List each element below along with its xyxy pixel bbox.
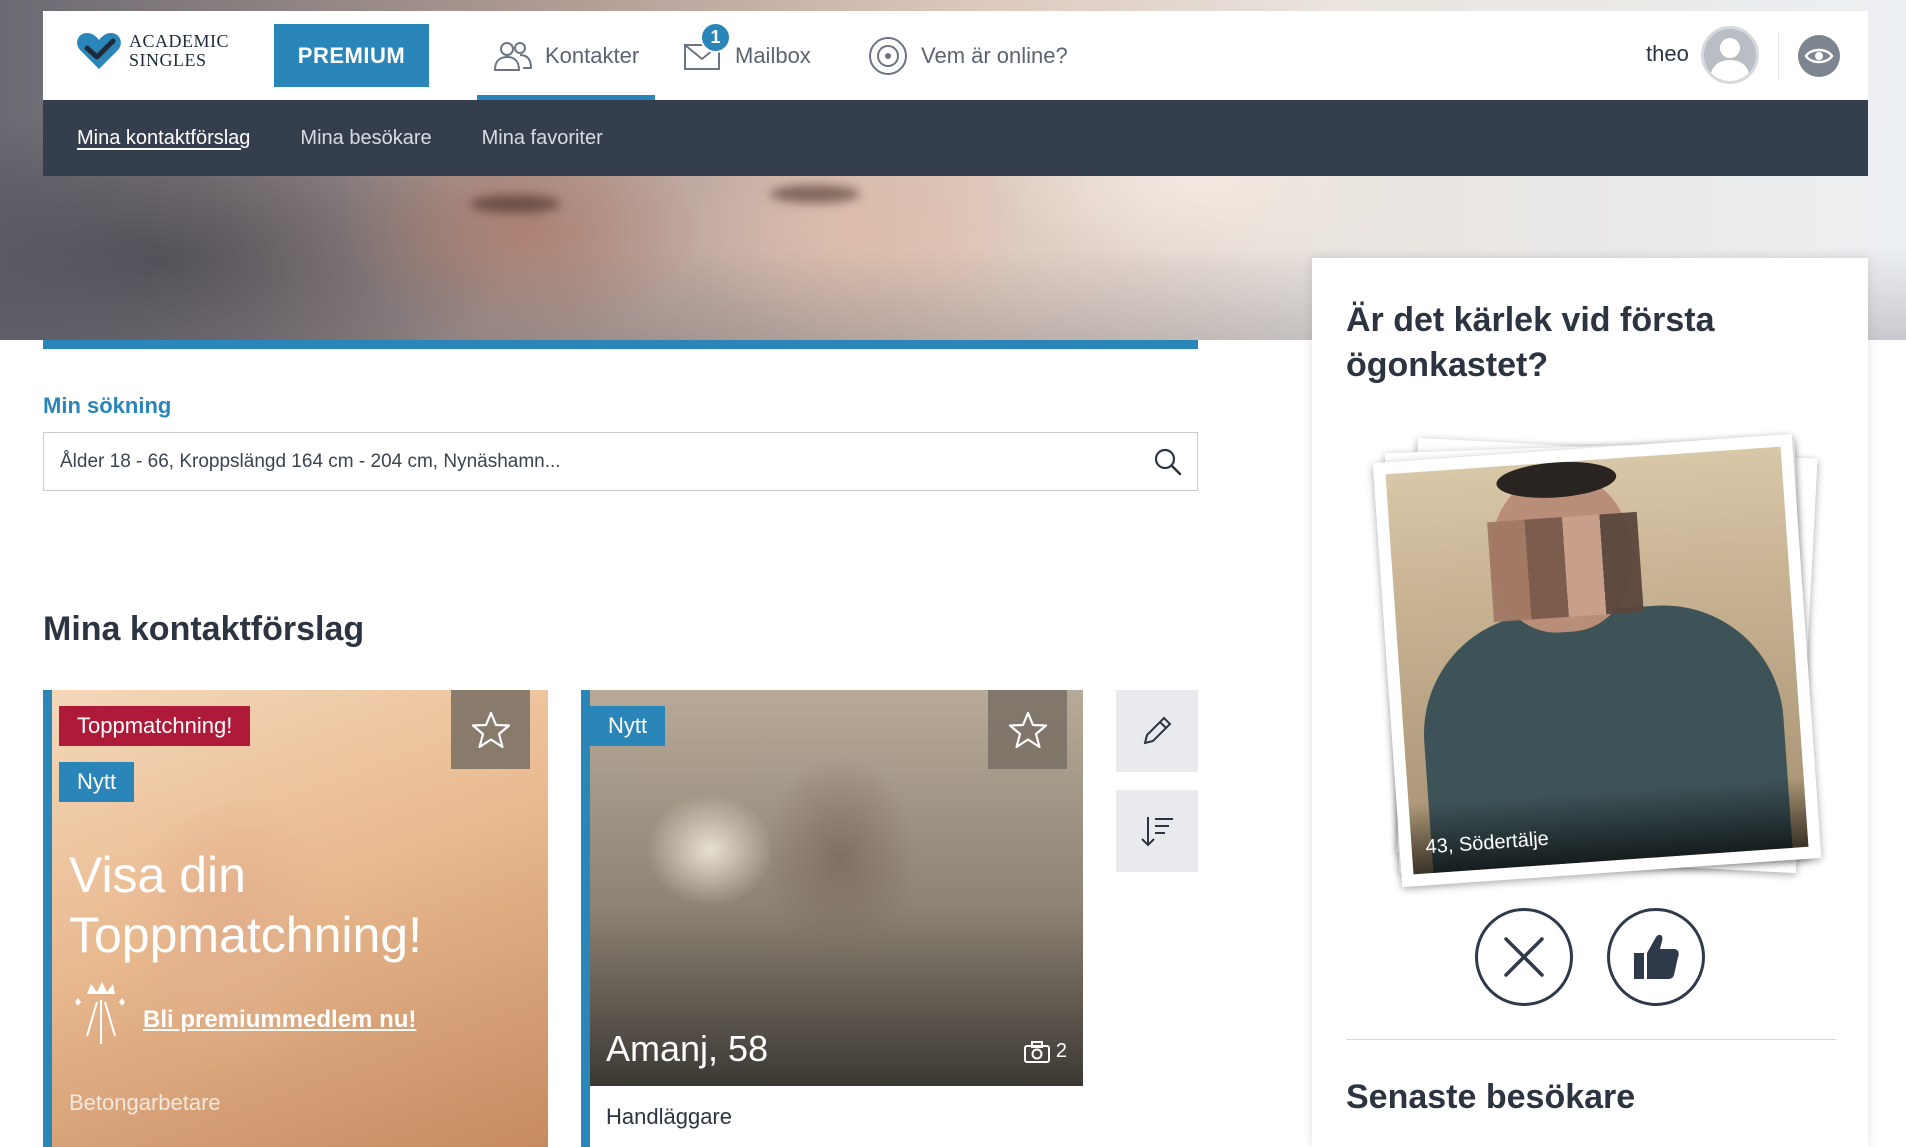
search-icon[interactable]: [1153, 447, 1183, 477]
nav-online-label: Vem är online?: [921, 42, 1068, 68]
logo-text: ACADEMIC SINGLES: [129, 32, 229, 70]
top-header: ACADEMIC SINGLES PREMIUM Kontakter Mailb…: [43, 11, 1868, 100]
edit-button[interactable]: [1116, 690, 1198, 772]
profile-name-age: Amanj, 58: [606, 1028, 769, 1069]
photo-count-value: 2: [1055, 1040, 1067, 1062]
subnav-mina-besokare[interactable]: Mina besökare: [300, 127, 431, 150]
photo-count: 2: [1023, 1040, 1067, 1063]
close-icon: [1504, 937, 1544, 977]
eye-icon: [1804, 48, 1834, 64]
promo-line-1: Visa din: [69, 847, 246, 903]
logo-line-2: SINGLES: [129, 50, 207, 70]
avatar[interactable]: [1701, 26, 1759, 84]
hero-decor: [470, 195, 560, 213]
profile-caption: 43, Södertälje: [1424, 827, 1550, 859]
panel-divider: [1346, 1039, 1836, 1040]
visibility-button[interactable]: [1798, 35, 1840, 77]
promo-text: Visa din Toppmatchning!: [69, 845, 422, 965]
nav-mailbox[interactable]: Mailbox: [683, 11, 811, 100]
logo[interactable]: ACADEMIC SINGLES: [75, 31, 229, 71]
promo-line-2: Toppmatchning!: [69, 907, 423, 963]
user-silhouette-icon: [1710, 38, 1750, 81]
favorite-button[interactable]: [451, 690, 530, 769]
mailbox-count-badge: 1: [700, 22, 731, 53]
crown-sparkle-icon: [75, 982, 125, 1044]
favorite-button[interactable]: [988, 690, 1067, 769]
star-icon: [471, 711, 510, 748]
subnav-mina-favoriter[interactable]: Mina favoriter: [482, 127, 603, 150]
profile-photo: 43, Södertälje: [1385, 446, 1809, 875]
sort-button[interactable]: [1116, 790, 1198, 872]
top-match-tag: Toppmatchning!: [59, 706, 251, 746]
thumbs-up-icon: [1634, 934, 1679, 979]
nav-mailbox-label: Mailbox: [735, 42, 811, 68]
star-icon: [1008, 711, 1047, 748]
become-premium-link[interactable]: Bli premiummedlem nu!: [143, 1006, 416, 1034]
section-title: Mina kontaktförslag: [43, 610, 365, 648]
search-field[interactable]: Ålder 18 - 66, Kroppslängd 164 cm - 204 …: [43, 432, 1198, 491]
online-icon: [869, 36, 907, 75]
premium-button[interactable]: PREMIUM: [274, 24, 429, 87]
heart-logo-icon: [77, 33, 121, 69]
suggestion-card-profile[interactable]: Nytt Amanj, 58 2 Handläggare: [581, 690, 1083, 1147]
recent-visitors-title: Senaste besökare: [1346, 1078, 1636, 1116]
featured-profile-photo[interactable]: 43, Södertälje: [1372, 433, 1822, 888]
new-tag: Nytt: [59, 762, 135, 802]
user-name[interactable]: theo: [1646, 41, 1689, 67]
accent-divider: [43, 340, 1198, 349]
search-label: Min sökning: [43, 393, 172, 418]
panel-title: Är det kärlek vid första ögonkastet?: [1346, 301, 1715, 384]
nav-kontakter[interactable]: Kontakter: [477, 11, 656, 100]
logo-line-1: ACADEMIC: [129, 31, 230, 51]
subnav-mina-kontaktforslag[interactable]: Mina kontaktförslag: [77, 127, 250, 150]
card-occupation: Betongarbetare: [69, 1090, 221, 1115]
contacts-icon: [493, 41, 533, 71]
photo-stack[interactable]: 43, Södertälje: [1372, 428, 1822, 888]
like-button[interactable]: [1607, 908, 1705, 1006]
sort-icon: [1141, 817, 1173, 847]
new-tag: Nytt: [590, 706, 666, 746]
search-value: Ålder 18 - 66, Kroppslängd 164 cm - 204 …: [60, 450, 561, 472]
header-divider: [1778, 33, 1779, 79]
suggestion-card-promo[interactable]: Toppmatchning! Nytt Visa din Toppmatchni…: [43, 690, 548, 1147]
nav-online[interactable]: Vem är online?: [867, 11, 1068, 100]
camera-icon: [1023, 1040, 1050, 1063]
quick-match-panel: Är det kärlek vid första ögonkastet? 43,…: [1312, 258, 1868, 1147]
pixelated-face: [1487, 511, 1644, 623]
nav-kontakter-label: Kontakter: [545, 42, 640, 68]
pencil-icon: [1143, 716, 1172, 745]
sub-navigation: Mina kontaktförslag Mina besökare Mina f…: [43, 100, 1868, 176]
card-occupation: Handläggare: [606, 1104, 732, 1129]
hero-decor: [770, 185, 860, 203]
dislike-button[interactable]: [1475, 908, 1573, 1006]
